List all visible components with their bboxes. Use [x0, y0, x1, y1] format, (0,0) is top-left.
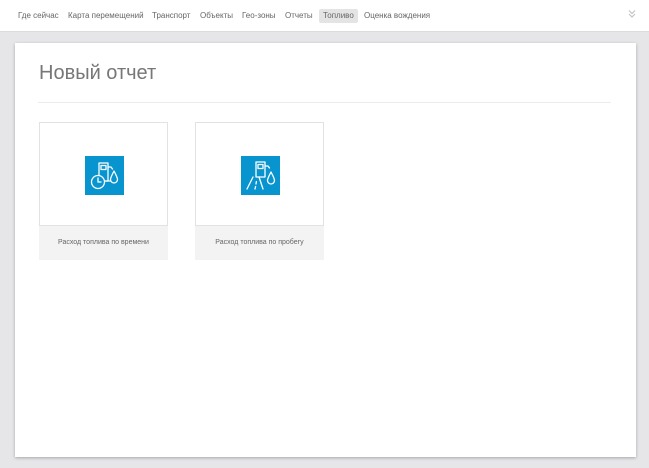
- top-navigation: Где сейчас Карта перемещений Транспорт О…: [0, 0, 649, 32]
- fuel-mileage-icon: [241, 156, 280, 195]
- nav-item-fuel[interactable]: Топливо: [319, 9, 358, 23]
- nav-item-reports[interactable]: Отчеты: [285, 9, 313, 23]
- title-divider: [38, 102, 611, 103]
- report-card-label: Расход топлива по времени: [58, 239, 149, 246]
- report-card-footer: Расход топлива по пробегу: [195, 226, 324, 260]
- report-card-label: Расход топлива по пробегу: [215, 239, 304, 246]
- nav-item-transport[interactable]: Транспорт: [152, 9, 190, 23]
- fuel-time-icon: [85, 156, 124, 195]
- double-chevron-down-icon[interactable]: [625, 7, 639, 21]
- page-title: Новый отчет: [39, 62, 157, 84]
- report-card-fuel-by-mileage[interactable]: Расход топлива по пробегу: [195, 122, 324, 260]
- report-card-fuel-by-time[interactable]: Расход топлива по времени: [39, 122, 168, 260]
- nav-item-driving-score[interactable]: Оценка вождения: [364, 9, 430, 23]
- report-card-footer: Расход топлива по времени: [39, 226, 168, 260]
- report-card-image-area: [195, 122, 324, 226]
- main-panel: Новый отчет Расход топлива по времени Ра…: [15, 43, 636, 457]
- nav-item-where-now[interactable]: Где сейчас: [18, 9, 59, 23]
- nav-item-movement-map[interactable]: Карта перемещений: [68, 9, 144, 23]
- nav-item-objects[interactable]: Объекты: [200, 9, 233, 23]
- report-card-image-area: [39, 122, 168, 226]
- nav-item-geozones[interactable]: Гео-зоны: [242, 9, 276, 23]
